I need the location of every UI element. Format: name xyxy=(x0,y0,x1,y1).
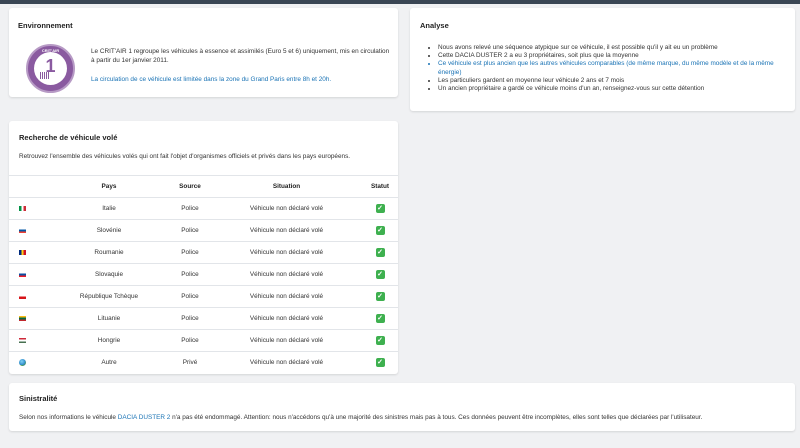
flag-icon xyxy=(19,249,26,255)
flag-cell xyxy=(19,264,33,286)
claims-title: Sinistralité xyxy=(19,394,58,403)
table-row: Hongrie Police Véhicule non déclaré volé ✓ xyxy=(9,329,398,351)
cell-statut: ✓ xyxy=(349,198,411,220)
analysis-card: Analyse Nous avons relevé une séquence a… xyxy=(410,8,795,111)
flag-cell xyxy=(19,352,33,374)
cell-statut: ✓ xyxy=(349,242,411,264)
flag-cell xyxy=(19,286,33,308)
check-icon: ✓ xyxy=(375,269,385,279)
table-row: Lituanie Police Véhicule non déclaré volé ✓ xyxy=(9,307,398,329)
critair-badge-icon: CRIT'AIR 1 xyxy=(26,44,75,93)
check-icon: ✓ xyxy=(375,291,385,301)
table-row: Slovaquie Police Véhicule non déclaré volé… xyxy=(9,263,398,285)
flag-cell xyxy=(19,308,33,330)
analysis-item: Nous avons relevé une séquence atypique … xyxy=(438,44,783,52)
flag-cell xyxy=(19,330,33,352)
flag-icon xyxy=(19,337,26,343)
stolen-vehicle-subtitle: Retrouvez l'ensemble des véhicules volés… xyxy=(19,153,351,160)
cell-situation: Véhicule non déclaré volé xyxy=(249,249,324,256)
cell-statut: ✓ xyxy=(349,286,411,308)
analysis-item: Cette DACIA DUSTER 2 a eu 3 propriétaire… xyxy=(438,52,783,60)
table-row: Italie Police Véhicule non déclaré volé ✓ xyxy=(9,197,398,219)
environment-description: Le CRIT'AIR 1 regroupe les véhicules à e… xyxy=(91,48,390,64)
cell-situation: Véhicule non déclaré volé xyxy=(249,293,324,300)
analysis-item: Un ancien propriétaire a gardé ce véhicu… xyxy=(438,85,783,93)
analysis-item-highlight: Ce véhicule est plus ancien que les autr… xyxy=(438,60,783,76)
table-row: Roumanie Police Véhicule non déclaré volé ✓ xyxy=(9,241,398,263)
flag-icon xyxy=(19,205,26,211)
table-row: Slovénie Police Véhicule non déclaré volé ✓ xyxy=(9,219,398,241)
qr-code-icon xyxy=(40,72,49,79)
cell-situation: Véhicule non déclaré volé xyxy=(249,227,324,234)
check-icon: ✓ xyxy=(375,335,385,345)
table-header: Pays Source Situation Statut xyxy=(9,175,398,197)
cell-statut: ✓ xyxy=(349,352,411,374)
table-row: République Tchèque Police Véhicule non déc… xyxy=(9,285,398,307)
claims-text-after: n'a pas été endommagé. Attention: nous n… xyxy=(170,414,703,421)
col-situation: Situation xyxy=(272,183,301,190)
cell-statut: ✓ xyxy=(349,220,411,242)
environment-warning: La circulation de ce véhicule est limité… xyxy=(91,76,332,83)
cell-situation: Véhicule non déclaré volé xyxy=(249,359,324,366)
claims-card: Sinistralité Selon nos informations le v… xyxy=(9,383,795,431)
flag-icon xyxy=(19,227,26,233)
cell-situation: Véhicule non déclaré volé xyxy=(249,337,324,344)
cell-statut: ✓ xyxy=(349,308,411,330)
flag-cell xyxy=(19,242,33,264)
check-icon: ✓ xyxy=(375,225,385,235)
cell-situation: Véhicule non déclaré volé xyxy=(249,315,324,322)
check-icon: ✓ xyxy=(375,357,385,367)
environment-card: Environnement CRIT'AIR 1 Le CRIT'AIR 1 r… xyxy=(9,8,398,97)
flag-icon xyxy=(19,293,26,299)
stolen-vehicle-title: Recherche de véhicule volé xyxy=(19,133,118,142)
cell-situation: Véhicule non déclaré volé xyxy=(249,271,324,278)
flag-cell xyxy=(19,198,33,220)
cell-statut: ✓ xyxy=(349,264,411,286)
badge-number: 1 xyxy=(45,56,56,76)
table-row: Autre Privé Véhicule non déclaré volé ✓ xyxy=(9,351,398,373)
cell-statut: ✓ xyxy=(349,330,411,352)
flag-icon xyxy=(19,271,26,277)
top-bar xyxy=(0,0,800,4)
col-statut: Statut xyxy=(370,183,390,190)
flag-cell xyxy=(19,220,33,242)
check-icon: ✓ xyxy=(375,313,385,323)
check-icon: ✓ xyxy=(375,203,385,213)
check-icon: ✓ xyxy=(375,247,385,257)
globe-icon xyxy=(19,358,26,366)
cell-situation: Véhicule non déclaré volé xyxy=(249,205,324,212)
analysis-item: Les particuliers gardent en moyenne leur… xyxy=(438,77,783,85)
analysis-list: Nous avons relevé une séquence atypique … xyxy=(438,44,783,93)
claims-vehicle-link[interactable]: DACIA DUSTER 2 xyxy=(118,414,171,421)
claims-text: Selon nos informations le véhicule DACIA… xyxy=(19,413,789,422)
environment-title: Environnement xyxy=(18,21,73,30)
flag-icon xyxy=(19,315,26,321)
analysis-title: Analyse xyxy=(420,21,449,30)
claims-text-before: Selon nos informations le véhicule xyxy=(19,414,118,421)
stolen-vehicle-table: Pays Source Situation Statut Italie Polic… xyxy=(9,175,398,375)
